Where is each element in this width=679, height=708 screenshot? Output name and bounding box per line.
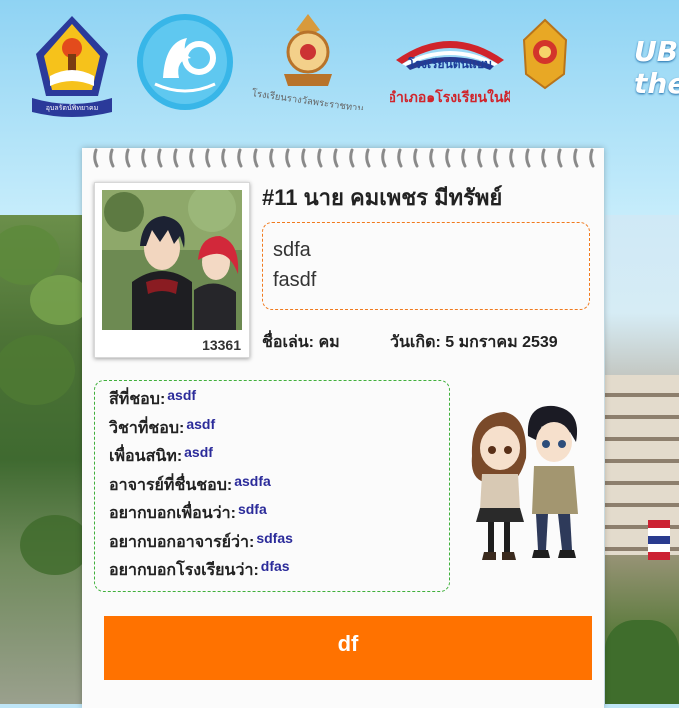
nickname: ชื่อเล่น: คม bbox=[262, 334, 340, 351]
header-logos: อุบลรัตน์พิทยาคม โรงเรียนรางวัลพระราชทาน… bbox=[0, 0, 679, 140]
student-name: #11 นาย คมเพชร มีทรัพย์ bbox=[262, 185, 503, 210]
message-line-2: fasdf bbox=[273, 269, 317, 291]
avatar-image bbox=[102, 190, 242, 330]
info-row-message-to-teachers: อยากบอกอาจารย์ว่า: sdfas bbox=[109, 530, 435, 559]
info-value: asdfa bbox=[234, 472, 271, 489]
info-label: เพื่อนสนิท: bbox=[109, 448, 183, 465]
thai-flag bbox=[648, 520, 670, 560]
banner-text-line-2: the bbox=[634, 67, 679, 100]
model-school-logo: โรงเรียนต้นแบบ ๑อำเภอ๑โรงเรียนในฝัน bbox=[390, 41, 510, 106]
anniversary-logo bbox=[137, 14, 233, 110]
logo-4-title: โรงเรียนต้นแบบ bbox=[407, 56, 492, 71]
notebook-spiral bbox=[93, 148, 595, 168]
info-label: อยากบอกโรงเรียนว่า: bbox=[109, 562, 259, 579]
info-label: อยากบอกอาจารย์ว่า: bbox=[109, 533, 255, 551]
tree bbox=[605, 620, 679, 704]
student-id-number: 13361 bbox=[202, 337, 241, 353]
school-photo-left bbox=[0, 215, 90, 704]
chibi-couple-illustration bbox=[471, 405, 578, 560]
info-value: asdf bbox=[167, 387, 197, 403]
message-line-1: sdfa bbox=[273, 239, 311, 261]
info-value: asdf bbox=[186, 415, 216, 432]
royal-award-logo: โรงเรียนรางวัลพระราชทาน bbox=[251, 14, 365, 110]
info-label: วิชาที่ชอบ: bbox=[109, 419, 185, 437]
logo-3-caption: โรงเรียนรางวัลพระราชทาน bbox=[251, 87, 365, 110]
info-value: dfas bbox=[260, 558, 290, 574]
birthday: วันเกิด: 5 มกราคม 2539 bbox=[390, 334, 558, 351]
info-value: asdf bbox=[184, 444, 213, 460]
info-row-favorite-color: สีที่ชอบ: asdf bbox=[109, 387, 435, 416]
info-row-best-friend: เพื่อนสนิท: asdf bbox=[109, 444, 435, 473]
avatar: 13361 bbox=[94, 182, 250, 358]
info-row-favorite-subject: วิชาที่ชอบ: asdf bbox=[109, 416, 435, 445]
info-row-message-to-friends: อยากบอกเพื่อนว่า: sdfa bbox=[109, 501, 435, 530]
banner-text-line-1: UB bbox=[634, 35, 679, 68]
info-label: สีที่ชอบ: bbox=[109, 391, 166, 408]
logo-1-caption: อุบลรัตน์พิทยาคม bbox=[46, 104, 99, 112]
info-row-favorite-teacher: อาจารย์ที่ชื่นชอบ: asdfa bbox=[109, 473, 435, 502]
message-box: sdfa fasdf bbox=[262, 222, 590, 310]
logo-4-subtitle: ๑อำเภอ๑โรงเรียนในฝัน bbox=[390, 88, 510, 106]
banner-text: UB the bbox=[634, 36, 679, 100]
footer-banner: df bbox=[104, 616, 592, 680]
info-label: อาจารย์ที่ชื่นชอบ: bbox=[109, 476, 233, 494]
info-row-message-to-school: อยากบอกโรงเรียนว่า: dfas bbox=[109, 558, 435, 587]
info-box: สีที่ชอบ: asdf วิชาที่ชอบ: asdf เพื่อนสนิท… bbox=[94, 380, 450, 592]
info-value: sdfas bbox=[256, 529, 293, 546]
ministry-emblem-logo bbox=[522, 18, 568, 90]
school-emblem-logo: อุบลรัตน์พิทยาคม bbox=[32, 16, 112, 117]
info-value: sdfa bbox=[237, 501, 267, 517]
info-label: อยากบอกเพื่อนว่า: bbox=[109, 505, 236, 522]
